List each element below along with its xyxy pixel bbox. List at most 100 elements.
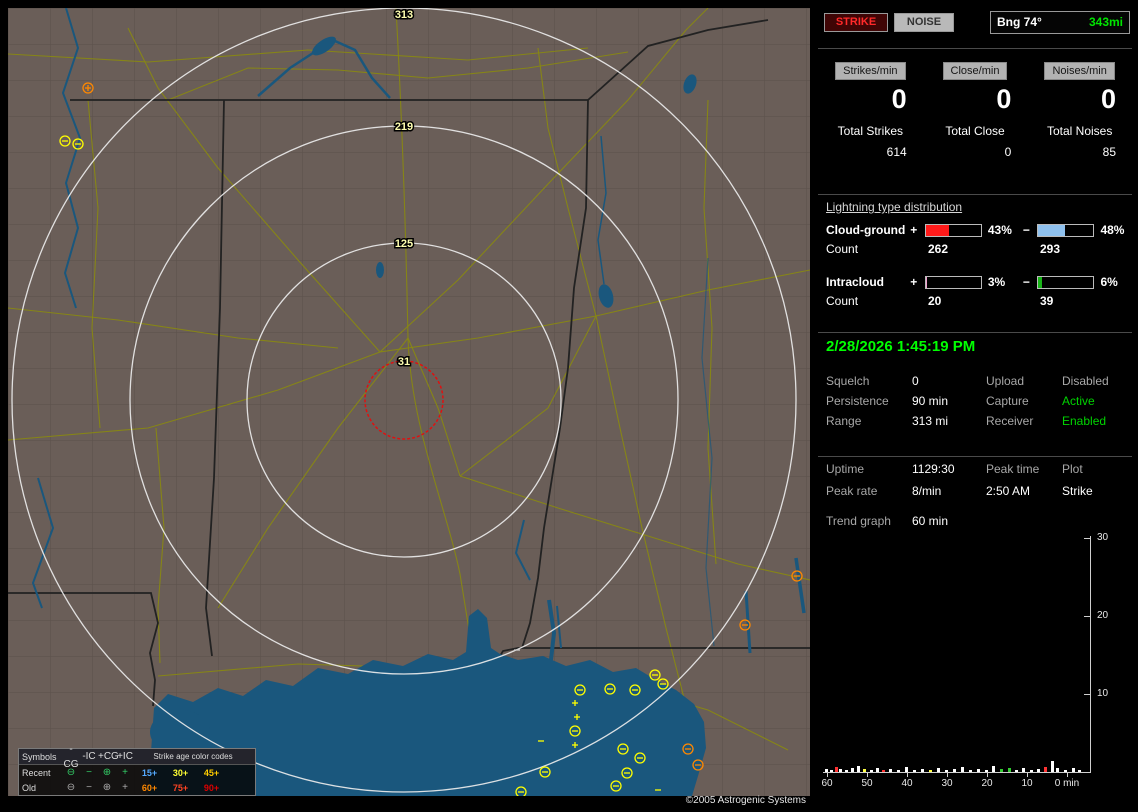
legend-old-label: Old	[22, 783, 62, 793]
strikes-per-min-label: Strikes/min	[835, 62, 905, 80]
uptime-value: 1129:30	[912, 462, 986, 484]
cg-negative-bar	[1037, 224, 1094, 237]
persistence-value: 90 min	[912, 394, 986, 414]
cloud-ground-count-row: Count 262 293	[818, 242, 1132, 262]
rates-section: Strikes/min 0 Total Strikes 614 Close/mi…	[818, 62, 1132, 159]
distribution-title: Lightning type distribution	[818, 196, 1132, 218]
cg-positive-bar	[925, 224, 982, 237]
x-tick-0min: 0 min	[1045, 778, 1089, 789]
receiver-label: Receiver	[986, 414, 1062, 434]
ic-positive-bar	[925, 276, 982, 289]
y-tick-10: 10	[1097, 688, 1108, 699]
plot-value: Strike	[1062, 484, 1132, 506]
age-code: 15+	[134, 768, 165, 778]
minus-sign: −	[1019, 223, 1033, 237]
y-tick-30: 30	[1097, 532, 1108, 543]
age-code: 75+	[165, 783, 196, 793]
cg-positive-pct: 43%	[986, 223, 1020, 237]
cg-negative-fill	[1038, 225, 1065, 236]
legend-recent-label: Recent	[22, 768, 62, 778]
total-close-label: Total Close	[923, 124, 1028, 138]
peak-rate-label: Peak rate	[826, 484, 912, 506]
ic-negative-pct: 6%	[1098, 275, 1132, 289]
ic-positive-count: 20	[928, 294, 1040, 314]
peak-rate-value: 8/min	[912, 484, 986, 506]
y-tick-20: 20	[1097, 610, 1108, 621]
neg-ic-icon: −	[80, 765, 98, 780]
pos-cg-icon: ⊕	[98, 780, 116, 795]
total-noises-value: 85	[1027, 145, 1132, 159]
strikes-per-min-value: 0	[818, 84, 923, 115]
pos-ic-icon: +	[116, 780, 134, 795]
legend-header: Symbols -CG -IC +CG +IC Strike age color…	[19, 749, 255, 765]
legend-row-recent: Recent ⊖ − ⊕ + 15+ 30+ 45+	[19, 765, 255, 780]
trend-x-axis	[823, 772, 1091, 773]
peak-time-value: 2:50 AM	[986, 484, 1062, 506]
pos-ic-icon: +	[116, 765, 134, 780]
neg-cg-icon: ⊖	[62, 765, 80, 780]
x-tick-20: 20	[975, 778, 999, 789]
legend-col-neg-ic: -IC	[80, 749, 98, 764]
ic-negative-bar	[1037, 276, 1094, 289]
range-label: Range	[826, 414, 912, 434]
plus-sign: +	[907, 223, 921, 237]
noises-per-min-label: Noises/min	[1044, 62, 1114, 80]
x-tick-10: 10	[1015, 778, 1039, 789]
total-strikes-label: Total Strikes	[818, 124, 923, 138]
settings-row: Squelch 0 Upload Disabled	[818, 374, 1132, 394]
ring-label-313: 313	[395, 9, 413, 21]
cg-negative-pct: 48%	[1098, 223, 1132, 237]
ic-negative-fill	[1038, 277, 1041, 288]
neg-cg-icon: ⊖	[62, 780, 80, 795]
map-svg: 313 219 125 31	[8, 8, 810, 796]
current-datetime: 2/28/2026 1:45:19 PM	[826, 338, 975, 355]
settings-section: Squelch 0 Upload Disabled Persistence 90…	[818, 374, 1132, 434]
stats-row: Trend graph 60 min	[818, 514, 1132, 536]
x-tick-30: 30	[935, 778, 959, 789]
intracloud-count-row: Count 20 39	[818, 294, 1132, 314]
trend-y-axis	[1090, 536, 1091, 773]
legend-col-pos-ic: +IC	[116, 749, 134, 764]
ring-label-219: 219	[395, 121, 413, 133]
upload-label: Upload	[986, 374, 1062, 394]
ring-label-31: 31	[398, 356, 410, 368]
range-value: 313 mi	[912, 414, 986, 434]
distance-value: 343mi	[1089, 15, 1123, 29]
copyright-text: ©2005 Astrogenic Systems	[8, 795, 810, 810]
bearing-distance-box: Bng 74° 343mi	[990, 11, 1130, 34]
stats-section: Uptime 1129:30 Peak time Plot Peak rate …	[818, 462, 1132, 536]
legend-symbols-header: Symbols	[22, 752, 62, 762]
cg-positive-fill	[926, 225, 950, 236]
trend-graph: 30 20 10 60 50 40 30 20 10 0 min	[823, 536, 1131, 800]
strike-indicator-lamp[interactable]: STRIKE	[824, 13, 888, 32]
ic-positive-fill	[926, 277, 928, 288]
plot-label: Plot	[1062, 462, 1132, 484]
status-panel: STRIKE NOISE Bng 74° 343mi Strikes/min 0…	[818, 8, 1132, 804]
stats-row: Uptime 1129:30 Peak time Plot	[818, 462, 1132, 484]
squelch-value: 0	[912, 374, 986, 394]
lightning-map[interactable]: 313 219 125 31 Symbols -CG -IC +CG +IC S…	[8, 8, 810, 796]
minus-sign: −	[1019, 275, 1033, 289]
total-close-value: 0	[923, 145, 1028, 159]
trend-graph-value: 60 min	[912, 514, 986, 536]
count-label: Count	[826, 294, 908, 314]
plus-sign: +	[907, 275, 921, 289]
age-code: 60+	[134, 783, 165, 793]
ring-label-125: 125	[395, 238, 413, 250]
x-tick-50: 50	[855, 778, 879, 789]
trend-graph-label: Trend graph	[826, 514, 912, 536]
trend-bars-plot	[823, 536, 1091, 772]
close-per-min-label: Close/min	[943, 62, 1008, 80]
age-code: 45+	[196, 768, 227, 778]
age-code: 90+	[196, 783, 227, 793]
noises-per-min-value: 0	[1027, 84, 1132, 115]
rate-column-noises: Noises/min 0 Total Noises 85	[1027, 62, 1132, 159]
peak-time-label: Peak time	[986, 462, 1062, 484]
settings-row: Persistence 90 min Capture Active	[818, 394, 1132, 414]
noise-indicator-lamp[interactable]: NOISE	[894, 13, 954, 32]
uptime-label: Uptime	[826, 462, 912, 484]
x-tick-40: 40	[895, 778, 919, 789]
total-noises-label: Total Noises	[1027, 124, 1132, 138]
persistence-label: Persistence	[826, 394, 912, 414]
legend-row-old: Old ⊖ − ⊕ + 60+ 75+ 90+	[19, 780, 255, 795]
